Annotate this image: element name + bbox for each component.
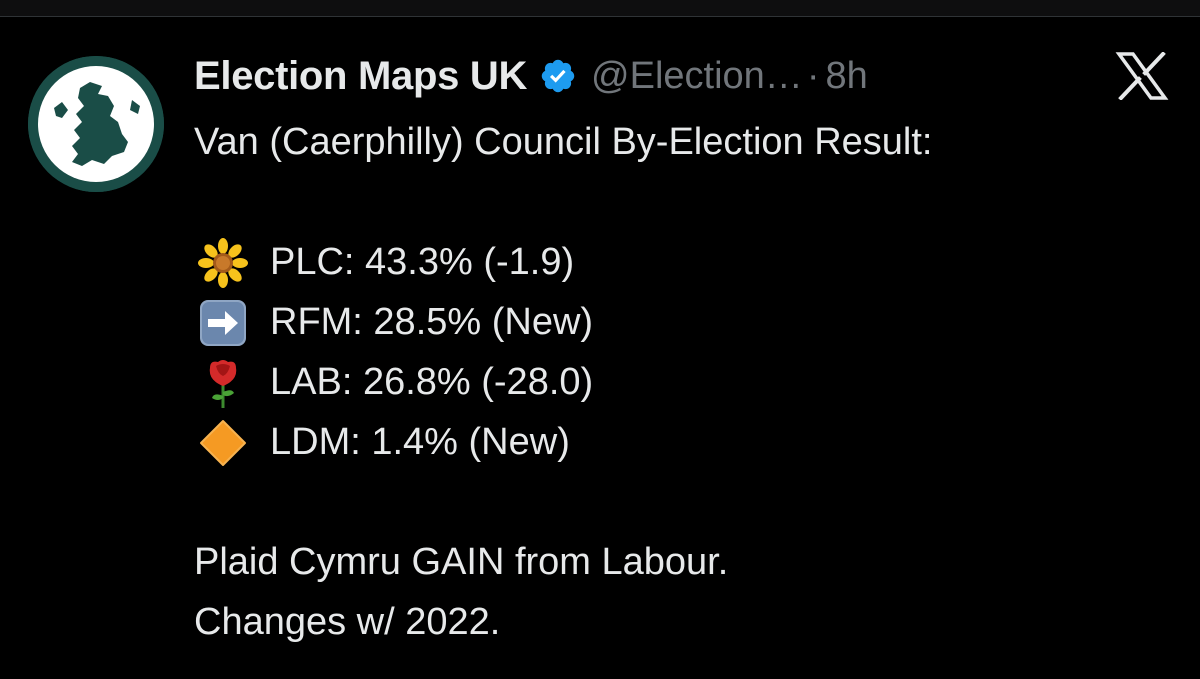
intro-line: Van (Caerphilly) Council By-Election Res… <box>194 121 933 163</box>
result-text: LAB: 26.8% (-28.0) <box>270 361 594 403</box>
result-line-lab: LAB: 26.8% (-28.0) <box>194 352 1174 412</box>
uk-map-logo-icon <box>28 56 164 192</box>
result-line-rfm: RFM: 28.5% (New) <box>194 292 1174 352</box>
orange-diamond-emoji-icon <box>194 412 254 472</box>
x-logo-icon[interactable] <box>1115 51 1169 101</box>
separator-dot: · <box>806 54 820 97</box>
timestamp[interactable]: 8h <box>825 55 867 98</box>
result-text: PLC: 43.3% (-1.9) <box>270 241 575 283</box>
result-text: LDM: 1.4% (New) <box>270 421 570 463</box>
changes-note-line: Changes w/ 2022. <box>194 601 501 643</box>
tweet-header: Election Maps UK @Election… · 8h <box>194 52 868 100</box>
result-line-plc: PLC: 43.3% (-1.9) <box>194 232 1174 292</box>
rose-emoji-icon <box>194 352 254 412</box>
result-line-ldm: LDM: 1.4% (New) <box>194 412 1174 472</box>
blossom-emoji-icon <box>194 232 254 292</box>
avatar[interactable] <box>28 56 164 192</box>
top-divider <box>0 0 1200 17</box>
summary-line: Plaid Cymru GAIN from Labour. <box>194 541 729 583</box>
verified-badge-icon <box>539 57 577 95</box>
display-name[interactable]: Election Maps UK <box>194 54 527 99</box>
tweet-text: Van (Caerphilly) Council By-Election Res… <box>194 112 1174 652</box>
right-arrow-emoji-icon <box>194 292 254 352</box>
handle[interactable]: @Election… <box>591 55 803 98</box>
result-text: RFM: 28.5% (New) <box>270 301 594 343</box>
